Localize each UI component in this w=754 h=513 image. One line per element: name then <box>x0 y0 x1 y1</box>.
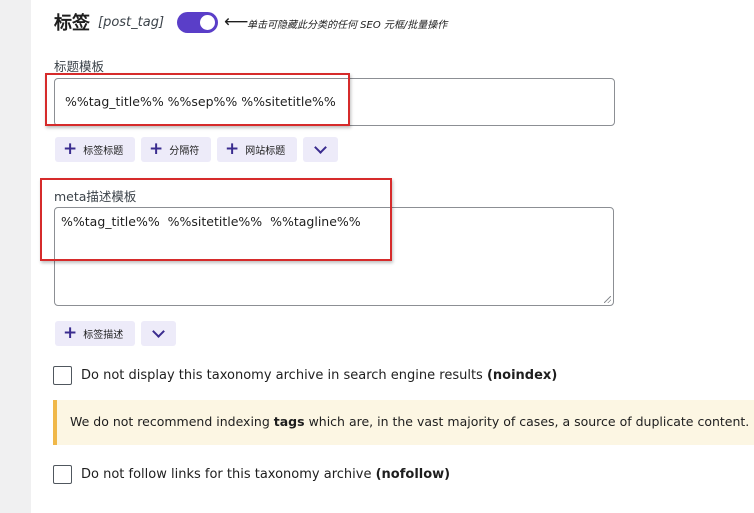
toggle-hint: 单击可隐藏此分类的任何 SEO 元框/批量操作 <box>247 20 448 31</box>
plus-icon: + <box>225 139 240 159</box>
highlight-box <box>40 178 392 261</box>
taxonomy-settings-panel: 标签 [post_tag] ⟵ 单击可隐藏此分类的任何 SEO 元框/批量操作 … <box>31 0 754 513</box>
chevron-down-icon <box>152 325 165 338</box>
insert-site-title-button[interactable]: + 网站标题 <box>217 137 297 162</box>
section-heading: 标签 [post_tag] <box>54 9 164 35</box>
plus-icon: + <box>63 139 78 159</box>
button-label: 分隔符 <box>169 146 200 157</box>
insert-tag-title-button[interactable]: + 标签标题 <box>55 137 135 162</box>
resize-grip-icon[interactable] <box>604 296 611 303</box>
nofollow-row: Do not follow links for this taxonomy ar… <box>53 465 450 484</box>
indexing-notice: We do not recommend indexing tags which … <box>53 400 754 445</box>
nofollow-label[interactable]: Do not follow links for this taxonomy ar… <box>81 467 450 482</box>
noindex-label[interactable]: Do not display this taxonomy archive in … <box>81 368 557 383</box>
noindex-row: Do not display this taxonomy archive in … <box>53 366 557 385</box>
toggle-knob <box>200 15 215 30</box>
more-variables-button[interactable] <box>303 137 338 162</box>
plus-icon: + <box>63 323 78 343</box>
button-label: 标签描述 <box>83 330 124 341</box>
highlight-box <box>45 73 350 126</box>
visibility-toggle[interactable] <box>177 12 218 33</box>
more-variables-button[interactable] <box>141 321 176 346</box>
section-title: 标签 <box>54 13 90 34</box>
insert-separator-button[interactable]: + 分隔符 <box>141 137 211 162</box>
notice-text: We do not recommend indexing tags which … <box>70 414 750 429</box>
noindex-checkbox[interactable] <box>53 366 72 385</box>
button-label: 网站标题 <box>245 146 286 157</box>
insert-tag-description-button[interactable]: + 标签描述 <box>55 321 135 346</box>
chevron-down-icon <box>314 141 327 154</box>
nofollow-checkbox[interactable] <box>53 465 72 484</box>
plus-icon: + <box>149 139 164 159</box>
arrow-left-icon: ⟵ <box>224 12 249 32</box>
button-label: 标签标题 <box>83 146 124 157</box>
taxonomy-slug: [post_tag] <box>98 14 165 30</box>
